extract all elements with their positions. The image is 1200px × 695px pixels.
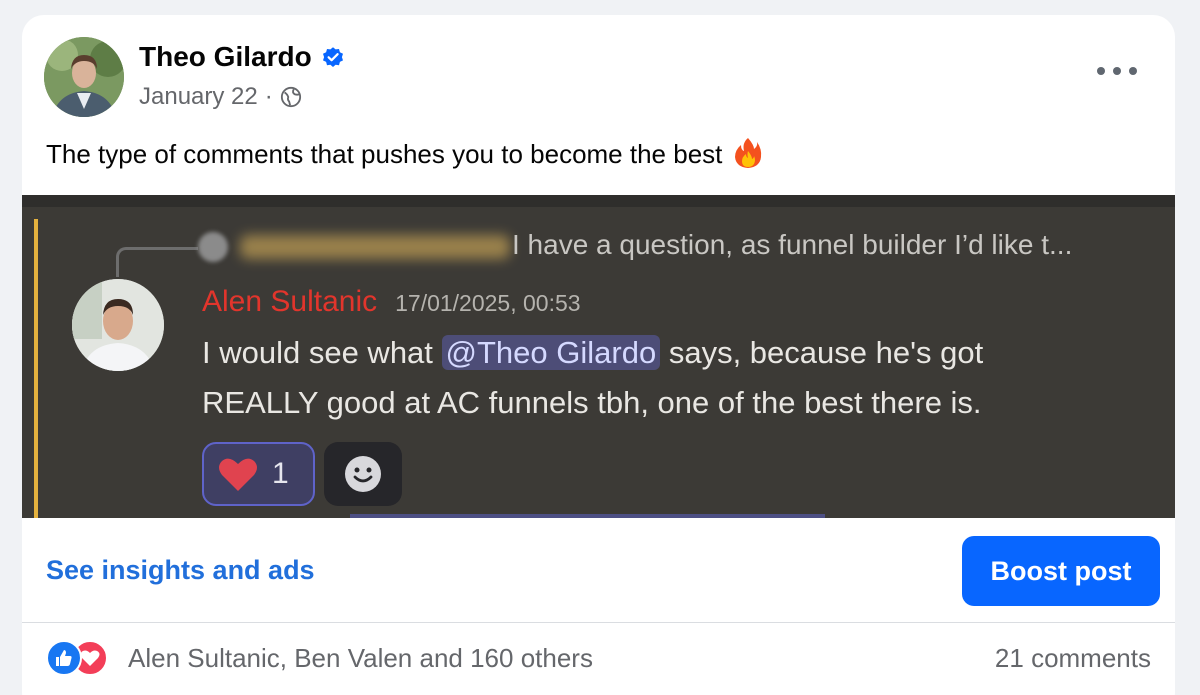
heart-icon [219, 458, 257, 491]
reaction-count: 1 [272, 457, 289, 490]
add-reaction [324, 442, 402, 506]
verified-badge-icon [322, 47, 343, 67]
blurred-name [240, 235, 510, 259]
post-text: The type of comments that pushes you to … [46, 137, 762, 170]
divider [22, 622, 1175, 623]
author-avatar[interactable] [44, 37, 124, 117]
reactions-summary[interactable]: Alen Sultanic, Ben Valen and 160 others [46, 640, 593, 676]
reply-connector [116, 247, 198, 277]
embedded-chat-screenshot[interactable]: I have a question, as funnel builder I’d… [22, 195, 1175, 518]
like-reaction-icon [46, 640, 82, 676]
author-row: Theo Gilardo [139, 41, 345, 73]
commenter-avatar [72, 279, 164, 371]
boost-post-button[interactable]: Boost post [962, 536, 1160, 606]
reactors-text[interactable]: Alen Sultanic, Ben Valen and 160 others [128, 643, 593, 674]
comment-text-line-2: REALLY good at AC funnels tbh, one of th… [202, 385, 982, 420]
author-name[interactable]: Theo Gilardo [139, 41, 312, 73]
meta-separator: · [264, 83, 273, 110]
blurred-avatar [198, 232, 228, 262]
see-insights-link[interactable]: See insights and ads [46, 555, 315, 586]
post-meta: January 22 · [139, 83, 302, 111]
post-body: The type of comments that pushes you to … [46, 139, 723, 169]
reaction-icons [46, 640, 110, 676]
chat-message-panel: I have a question, as funnel builder I’d… [22, 207, 1175, 518]
comment-text-line-1: I would see what @Theo Gilardo says, bec… [202, 335, 983, 371]
post-header: Theo Gilardo January 22 · [22, 15, 1175, 135]
heart-reaction: 1 [202, 442, 315, 506]
smiley-icon [345, 456, 381, 492]
post-card: Theo Gilardo January 22 · The type of co… [22, 15, 1175, 695]
mention-tag: @Theo Gilardo [441, 335, 661, 370]
comment-text-start: I would see what [202, 335, 442, 370]
reply-preview: I have a question, as funnel builder I’d… [512, 229, 1073, 260]
commenter-header: Alen Sultanic 17/01/2025, 00:53 [202, 285, 581, 319]
fire-emoji-icon [734, 138, 761, 168]
post-date[interactable]: January 22 [139, 83, 258, 111]
highlight-bar [34, 219, 38, 518]
comment-timestamp: 17/01/2025, 00:53 [395, 290, 581, 316]
globe-icon[interactable] [280, 86, 302, 108]
comments-count[interactable]: 21 comments [995, 643, 1151, 674]
comment-text-end: says, because he's got [660, 335, 984, 370]
commenter-name: Alen Sultanic [202, 285, 378, 318]
composer-edge [350, 514, 825, 518]
more-options-icon[interactable] [1097, 59, 1137, 83]
